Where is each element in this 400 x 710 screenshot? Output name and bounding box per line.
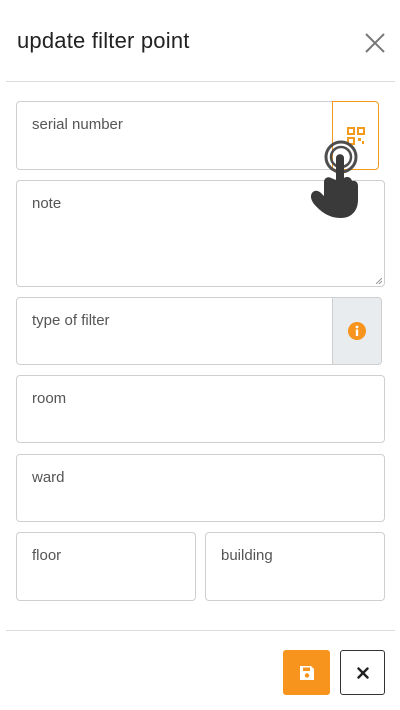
header-divider <box>6 81 395 82</box>
type-of-filter-placeholder: type of filter <box>32 312 110 329</box>
room-placeholder: room <box>32 390 67 407</box>
serial-number-placeholder: serial number <box>32 116 123 133</box>
floor-field[interactable]: floor <box>16 532 196 601</box>
floppy-disk-icon <box>299 665 314 680</box>
room-field[interactable]: room <box>16 375 385 443</box>
ward-placeholder: ward <box>32 469 65 486</box>
building-field[interactable]: building <box>205 532 385 601</box>
info-icon <box>348 322 366 340</box>
resize-handle-icon[interactable] <box>376 278 382 284</box>
note-placeholder: note <box>32 195 62 212</box>
footer-divider <box>6 630 395 631</box>
filter-info-button[interactable] <box>333 297 382 365</box>
save-button[interactable] <box>283 650 330 695</box>
page-title: update filter point <box>17 28 190 53</box>
floor-placeholder: floor <box>32 547 62 564</box>
building-placeholder: building <box>221 547 273 564</box>
x-icon <box>356 666 369 679</box>
ward-field[interactable]: ward <box>16 454 385 522</box>
type-of-filter-field[interactable]: type of filter <box>16 297 333 365</box>
cancel-button[interactable] <box>340 650 385 695</box>
modal-header: update filter point <box>0 0 400 82</box>
hand-pointer-icon <box>310 140 358 218</box>
serial-number-field[interactable]: serial number <box>16 101 334 170</box>
close-icon[interactable] <box>362 30 388 56</box>
